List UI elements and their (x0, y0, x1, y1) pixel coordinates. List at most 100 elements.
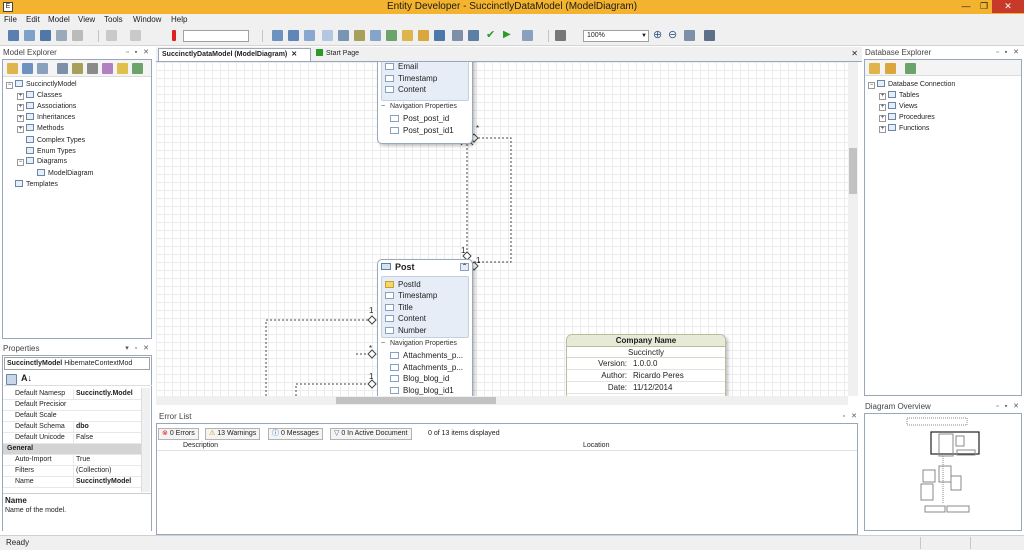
fit-to-window-icon[interactable] (555, 30, 566, 41)
tree-item[interactable]: Enum Types (17, 146, 76, 156)
property-row[interactable]: Default Namesp Succinctly.Model (3, 389, 150, 400)
zoom-area-icon[interactable] (684, 30, 695, 41)
scroll-thumb[interactable] (849, 148, 857, 194)
property-row[interactable]: Auto-Import True (3, 455, 150, 466)
explorer-tool-icon[interactable] (132, 63, 143, 74)
collapse-icon[interactable]: − (17, 159, 24, 166)
collapse-icon[interactable]: − (6, 82, 13, 89)
field-row[interactable]: Number (385, 326, 426, 335)
property-value[interactable]: True (73, 455, 143, 465)
print-icon[interactable] (72, 30, 83, 41)
expand-icon[interactable]: + (17, 104, 24, 111)
property-category[interactable]: General (3, 444, 150, 455)
property-row[interactable]: Default Unicode False (3, 433, 150, 444)
errors-filter-button[interactable]: ⊗ 0 Errors (158, 428, 199, 440)
tree-item[interactable]: Complex Types (17, 135, 85, 145)
tree-item[interactable]: + Methods (17, 124, 64, 133)
property-row[interactable]: Default Precisior (3, 400, 150, 411)
add-property-icon[interactable] (322, 30, 333, 41)
add-method-icon[interactable] (370, 30, 381, 41)
tree-item[interactable]: + Functions (879, 124, 929, 133)
self-association-line[interactable] (474, 137, 512, 263)
tree-item[interactable]: + Tables (879, 91, 919, 100)
property-value[interactable]: (Collection) (73, 466, 143, 476)
folder-icon[interactable] (885, 63, 896, 74)
canvas-vertical-scrollbar[interactable] (848, 62, 858, 396)
warnings-filter-button[interactable]: ⚠ 13 Warnings (205, 428, 261, 440)
tree-item[interactable]: + Inheritances (17, 113, 75, 122)
zoom-in-icon[interactable]: ⊕ (653, 28, 662, 41)
scroll-thumb[interactable] (336, 397, 496, 404)
expand-icon[interactable]: + (879, 126, 886, 133)
property-row[interactable]: Default Schema dbo (3, 422, 150, 433)
add-complex-icon[interactable] (288, 30, 299, 41)
zoom-out-icon[interactable]: ⊖ (668, 28, 677, 41)
property-row[interactable]: Default Scale (3, 411, 150, 422)
menu-view[interactable]: View (78, 15, 95, 24)
entity-class-top[interactable]: Email Timestamp Content − Navigation Prop… (377, 62, 473, 144)
update-database-icon[interactable] (468, 30, 479, 41)
panel-pin-icons[interactable]: ▫ ▪ ✕ (996, 47, 1021, 59)
nav-row[interactable]: Blog_blog_id1 (390, 386, 454, 395)
explorer-tool-icon[interactable] (37, 63, 48, 74)
layout-icon[interactable] (522, 30, 533, 41)
field-row[interactable]: Timestamp (385, 291, 437, 300)
property-value[interactable]: dbo (73, 422, 143, 432)
explorer-tool-icon[interactable] (102, 63, 113, 74)
field-row[interactable]: Email (385, 62, 418, 71)
tree-item[interactable]: − Database Connection (868, 80, 955, 89)
tree-item[interactable]: Templates (6, 179, 58, 189)
refresh-icon[interactable] (905, 63, 916, 74)
add-inheritance-icon[interactable] (354, 30, 365, 41)
menu-help[interactable]: Help (171, 15, 187, 24)
add-association-icon[interactable] (338, 30, 349, 41)
expand-icon[interactable]: + (879, 104, 886, 111)
explorer-tool-icon[interactable] (117, 63, 128, 74)
active-document-filter-button[interactable]: ▽ 0 In Active Document (330, 428, 412, 440)
explorer-tool-icon[interactable] (72, 63, 83, 74)
tree-item[interactable]: ModelDiagram (28, 168, 94, 178)
tree-item[interactable]: + Views (879, 102, 918, 111)
property-value[interactable]: Succinctly.Model (73, 389, 143, 399)
page-setup-icon[interactable] (704, 30, 715, 41)
collapse-icon[interactable]: ⌃ (460, 263, 469, 271)
nav-row[interactable]: Attachments_p... (390, 351, 463, 360)
nav-row[interactable]: Post_post_id (390, 114, 449, 123)
panel-pin-icons[interactable]: ▫ ▪ ✕ (126, 47, 151, 59)
update-model-icon[interactable] (452, 30, 463, 41)
menu-file[interactable]: File (4, 15, 17, 24)
panel-pin-icons[interactable]: ▾ ▫ ✕ (125, 343, 151, 355)
expand-icon[interactable]: + (17, 126, 24, 133)
collapse-icon[interactable]: − (868, 82, 875, 89)
field-row[interactable]: Timestamp (385, 74, 437, 83)
diagram-overview[interactable] (864, 413, 1022, 531)
field-row[interactable]: Title (385, 303, 413, 312)
association-line[interactable] (295, 383, 372, 396)
canvas-horizontal-scrollbar[interactable] (156, 396, 848, 405)
panel-pin-icons[interactable]: ▫ ▪ ✕ (996, 401, 1021, 413)
zoom-combo[interactable]: 100% ▼ (583, 30, 649, 42)
save-icon[interactable] (40, 30, 51, 41)
menu-window[interactable]: Window (133, 15, 161, 24)
property-row[interactable]: Filters (Collection) (3, 466, 150, 477)
open-icon[interactable] (24, 30, 35, 41)
tab-start-page[interactable]: Start Page (316, 48, 380, 61)
menu-model[interactable]: Model (48, 15, 70, 24)
add-view-icon[interactable] (386, 30, 397, 41)
tree-item[interactable]: + Procedures (879, 113, 935, 122)
add-folder-icon[interactable] (402, 30, 413, 41)
tree-item[interactable]: − Diagrams (17, 157, 67, 166)
explorer-tool-icon[interactable] (22, 63, 33, 74)
minimize-button[interactable]: — (956, 0, 976, 13)
menu-edit[interactable]: Edit (26, 15, 40, 24)
property-row[interactable]: Name SuccinctlyModel (3, 477, 150, 488)
redo-icon[interactable] (130, 30, 141, 41)
expand-icon[interactable]: + (879, 115, 886, 122)
nav-row[interactable]: Attachments_p... (390, 363, 463, 372)
diagram-canvas[interactable]: * 1 1 1 * 1 Email Timestamp Content − Nav… (156, 62, 848, 396)
undo-icon[interactable] (106, 30, 117, 41)
add-enum-icon[interactable] (304, 30, 315, 41)
database-icon[interactable] (434, 30, 445, 41)
error-icon[interactable] (172, 30, 176, 41)
tree-item[interactable]: + Classes (17, 91, 62, 100)
